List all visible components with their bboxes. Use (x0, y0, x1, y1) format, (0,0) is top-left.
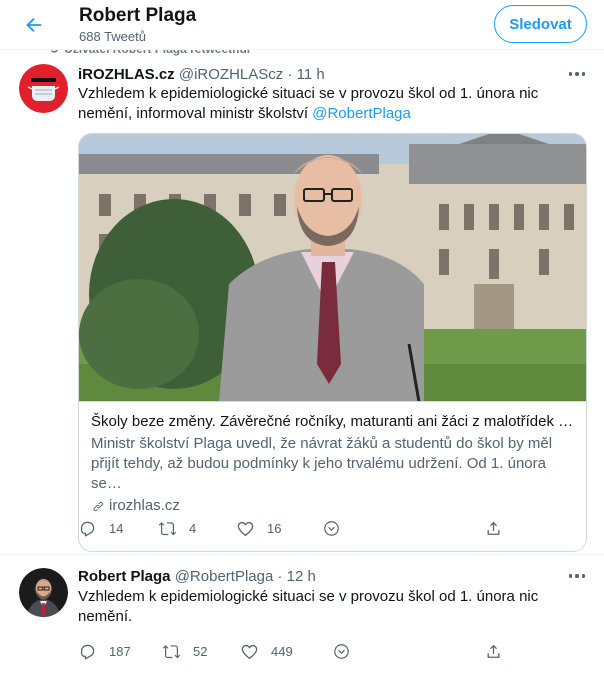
like-button[interactable]: 449 (240, 642, 293, 661)
reply-count: 187 (109, 644, 131, 659)
like-count: 449 (271, 644, 293, 659)
tweet[interactable]: iROZHLAS.cz @iROZHLAScz · 11 h Vzhledem … (0, 50, 604, 555)
retweet-icon (162, 645, 181, 659)
card-title: Školy beze změny. Závěrečné ročníky, mat… (91, 413, 576, 430)
reply-icon (80, 644, 95, 660)
retweet-button[interactable]: 4 (158, 519, 196, 538)
tweet-body: Vzhledem k epidemiologické situaci se v … (78, 85, 539, 122)
separator-dot: · (277, 568, 283, 585)
card-body: Školy beze změny. Závěrečné ročníky, mat… (79, 402, 586, 514)
irozhlas-logo-icon (19, 64, 68, 113)
heart-icon (241, 644, 258, 660)
tweet-count: 688 Tweetů (79, 29, 146, 44)
link-icon (93, 501, 103, 511)
tweet-header: Robert Plaga @RobertPlaga · 12 h (78, 568, 316, 585)
tweet-header: iROZHLAS.cz @iROZHLAScz · 11 h (78, 66, 325, 83)
bookmark-button[interactable] (322, 519, 341, 538)
card-description: Ministr školství Plaga uvedl, že návrat … (91, 435, 553, 492)
profile-header: Robert Plaga 688 Tweetů Sledovat (0, 0, 604, 50)
card-domain: irozhlas.cz (91, 496, 576, 516)
bookmark-button[interactable] (332, 642, 351, 661)
avatar[interactable] (19, 64, 68, 113)
tweet-actions: 187 52 449 (78, 642, 508, 662)
tweet[interactable]: Robert Plaga @RobertPlaga · 12 h Vzhlede… (0, 556, 604, 673)
bookmark-icon (334, 644, 349, 659)
author-handle[interactable]: @iROZHLAScz (179, 66, 283, 83)
tweet-actions: 14 4 16 (78, 519, 508, 539)
profile-name: Robert Plaga (79, 5, 197, 26)
share-button[interactable] (484, 642, 503, 661)
reply-button[interactable]: 187 (78, 642, 131, 661)
like-count: 16 (267, 521, 282, 536)
reply-button[interactable]: 14 (78, 519, 123, 538)
heart-icon (237, 521, 254, 537)
tweet-text: Vzhledem k epidemiologické situaci se v … (78, 84, 578, 124)
tweet-body: Vzhledem k epidemiologické situaci se v … (78, 588, 539, 625)
retweet-count: 4 (189, 521, 197, 536)
card-photo-image (79, 134, 586, 401)
retweet-button[interactable]: 52 (162, 642, 207, 661)
more-icon[interactable] (566, 66, 588, 82)
mention-link[interactable]: @RobertPlaga (312, 105, 411, 122)
author-name[interactable]: Robert Plaga (78, 568, 171, 585)
author-name[interactable]: iROZHLAS.cz (78, 66, 175, 83)
tweet-text: Vzhledem k epidemiologické situaci se v … (78, 587, 578, 627)
reply-icon (80, 521, 95, 537)
share-button[interactable] (484, 519, 503, 538)
share-icon (487, 644, 500, 658)
follow-button[interactable]: Sledovat (494, 5, 587, 43)
retweet-icon (158, 522, 177, 536)
tweet-time[interactable]: 12 h (287, 568, 316, 585)
author-photo-image (19, 568, 68, 617)
share-icon (487, 521, 500, 535)
avatar[interactable] (19, 568, 68, 617)
separator-dot: · (287, 66, 293, 83)
reply-count: 14 (109, 521, 124, 536)
link-card[interactable]: Školy beze změny. Závěrečné ročníky, mat… (78, 133, 587, 552)
tweet-time[interactable]: 11 h (297, 66, 325, 83)
like-button[interactable]: 16 (236, 519, 281, 538)
retweet-count: 52 (193, 644, 208, 659)
bookmark-icon (324, 521, 339, 536)
author-handle[interactable]: @RobertPlaga (175, 568, 274, 585)
card-domain-text: irozhlas.cz (109, 497, 180, 514)
card-image (79, 134, 586, 402)
arrow-left-icon (26, 17, 42, 33)
back-button[interactable] (18, 9, 50, 41)
more-icon[interactable] (566, 568, 588, 584)
